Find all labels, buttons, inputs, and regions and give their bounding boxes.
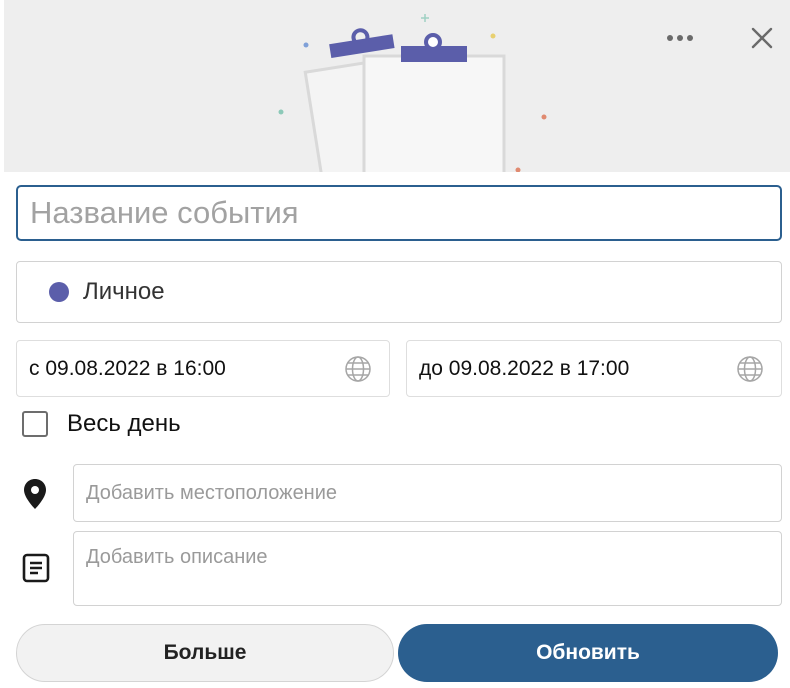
event-title-field[interactable] [16, 185, 782, 241]
globe-icon[interactable] [343, 354, 373, 384]
event-title-input[interactable] [18, 187, 780, 239]
start-datetime-field[interactable]: с 09.08.2022 в 16:00 [16, 340, 390, 397]
end-datetime-field[interactable]: до 09.08.2022 в 17:00 [406, 340, 782, 397]
location-field[interactable] [73, 464, 782, 522]
header-banner [4, 0, 790, 172]
calendar-label: Личное [83, 278, 165, 305]
update-button[interactable]: Обновить [398, 624, 778, 682]
description-field[interactable] [73, 531, 782, 606]
calendar-color-dot [49, 282, 69, 302]
close-icon [751, 27, 773, 49]
location-input[interactable] [74, 465, 781, 521]
notes-icon [22, 553, 50, 583]
start-datetime-text: с 09.08.2022 в 16:00 [29, 356, 226, 380]
calendar-selector[interactable]: Личное [16, 261, 782, 323]
more-options-button[interactable] [660, 18, 700, 58]
more-horizontal-icon [667, 35, 693, 41]
location-pin-icon [22, 478, 48, 510]
all-day-toggle[interactable]: Весь день [22, 410, 181, 438]
close-button[interactable] [742, 18, 782, 58]
end-datetime-text: до 09.08.2022 в 17:00 [419, 356, 630, 380]
all-day-checkbox[interactable] [22, 411, 48, 437]
description-input[interactable] [74, 532, 781, 605]
all-day-label: Весь день [67, 410, 181, 437]
more-button[interactable]: Больше [16, 624, 394, 682]
globe-icon[interactable] [735, 354, 765, 384]
